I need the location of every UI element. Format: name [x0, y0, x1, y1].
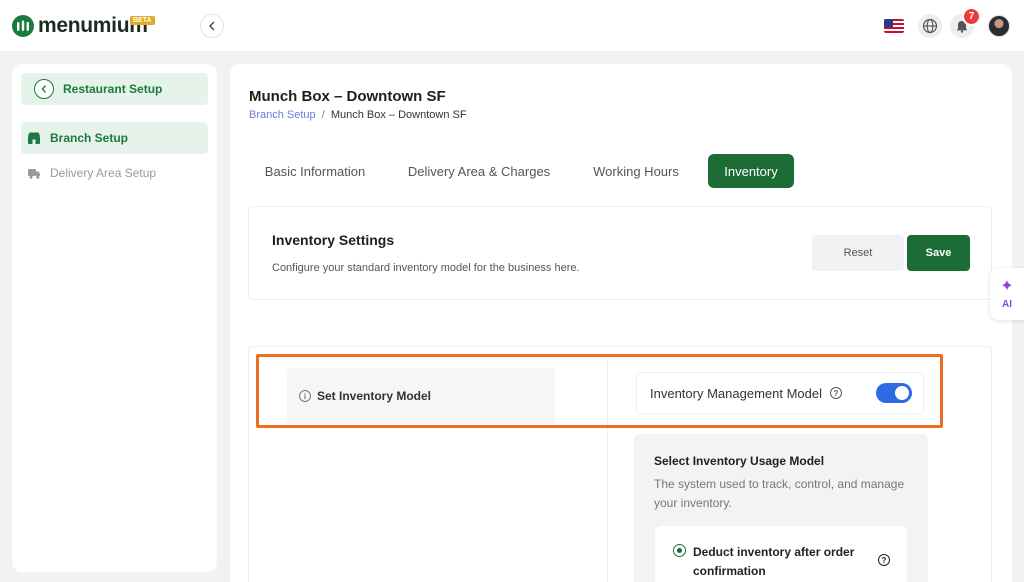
tab-delivery-area-charges[interactable]: Delivery Area & Charges — [399, 154, 559, 188]
breadcrumb-link-branch-setup[interactable]: Branch Setup — [249, 109, 316, 121]
usage-model-title: Select Inventory Usage Model — [654, 454, 825, 468]
tab-basic-information[interactable]: Basic Information — [249, 154, 381, 188]
beta-badge: BETA — [130, 16, 155, 25]
sidebar-header-label: Restaurant Setup — [63, 82, 163, 96]
sidebar-back-to-restaurant-setup[interactable]: Restaurant Setup — [21, 73, 208, 105]
us-flag-icon[interactable] — [884, 19, 904, 33]
language-button[interactable] — [918, 14, 942, 38]
inventory-settings-card: Inventory Settings Configure your standa… — [248, 206, 992, 300]
save-button[interactable]: Save — [907, 235, 970, 271]
radio-dot — [677, 548, 682, 553]
back-arrow-icon — [34, 79, 54, 99]
reset-button[interactable]: Reset — [812, 235, 904, 271]
ai-assistant-button[interactable]: ✦ AI — [990, 268, 1024, 320]
brand-logo[interactable]: menumium BETA — [12, 14, 155, 38]
settings-title: Inventory Settings — [272, 232, 395, 248]
top-bar: menumium BETA 7 — [0, 0, 1024, 52]
usage-option-label: Deduct inventory after order confirmatio… — [693, 545, 855, 578]
globe-icon — [922, 18, 938, 34]
highlight-annotation-box — [256, 354, 943, 428]
tab-inventory[interactable]: Inventory — [708, 154, 794, 188]
tab-working-hours[interactable]: Working Hours — [579, 154, 693, 188]
sidebar-item-label: Delivery Area Setup — [50, 166, 157, 180]
user-avatar[interactable] — [988, 15, 1010, 37]
sidebar-item-label: Branch Setup — [50, 131, 129, 145]
ai-label: AI — [1002, 298, 1012, 310]
sidebar: Restaurant Setup Branch Setup Delivery A… — [12, 64, 217, 572]
menumium-logo-icon — [12, 15, 34, 37]
sparkle-icon: ✦ — [1000, 277, 1014, 295]
sidebar-item-delivery-area-setup[interactable]: Delivery Area Setup — [21, 157, 208, 189]
help-question-icon[interactable]: ? — [878, 554, 890, 566]
page-title: Munch Box – Downtown SF — [249, 88, 446, 105]
breadcrumb: Branch Setup / Munch Box – Downtown SF — [249, 109, 467, 121]
chevron-left-icon — [209, 21, 215, 31]
breadcrumb-current: Munch Box – Downtown SF — [330, 109, 467, 121]
inventory-usage-model-panel: Select Inventory Usage Model The system … — [634, 434, 928, 582]
sidebar-item-branch-setup[interactable]: Branch Setup — [21, 122, 208, 154]
usage-model-description: The system used to track, control, and m… — [654, 477, 905, 510]
delivery-truck-icon — [28, 169, 40, 179]
collapse-sidebar-button[interactable] — [200, 14, 224, 38]
notification-count-badge: 7 — [962, 7, 981, 26]
logo-glyph-icon — [17, 20, 29, 31]
radio-button-selected[interactable] — [673, 544, 686, 557]
breadcrumb-separator: / — [321, 109, 325, 121]
chevron-left-icon — [41, 85, 46, 93]
storefront-icon — [28, 132, 40, 144]
settings-description: Configure your standard inventory model … — [272, 262, 580, 274]
usage-option-deduct-after-confirmation[interactable]: Deduct inventory after order confirmatio… — [655, 526, 907, 582]
